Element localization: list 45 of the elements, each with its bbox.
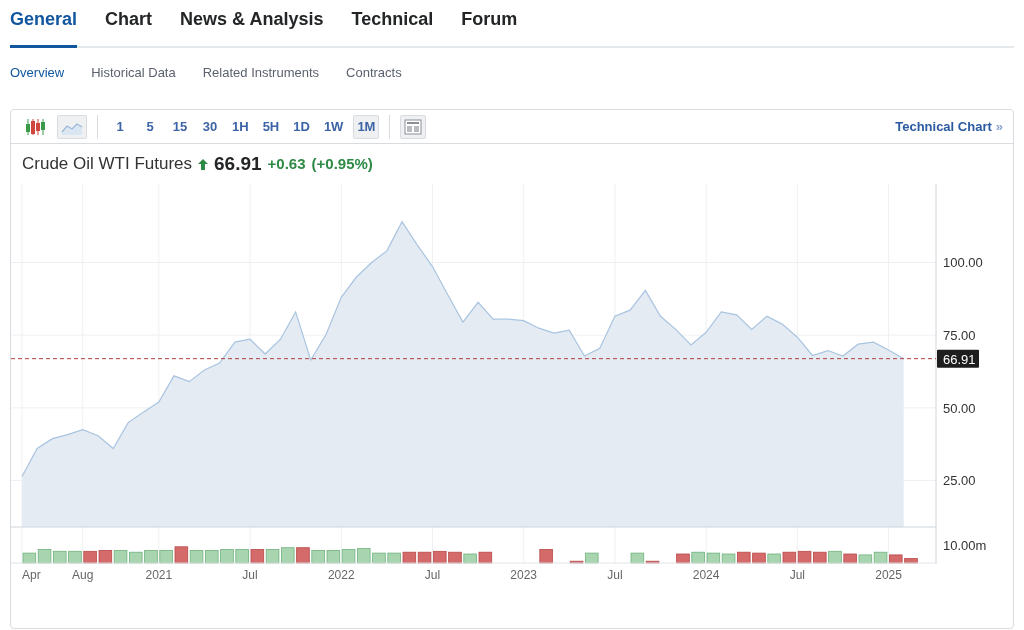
x-axis-label: 2021 bbox=[145, 568, 173, 582]
tab[interactable]: General bbox=[10, 6, 78, 48]
x-axis-label: 2022 bbox=[327, 568, 355, 582]
subtab[interactable]: Overview bbox=[10, 63, 65, 83]
interval-button[interactable]: 1 bbox=[108, 114, 132, 139]
x-axis-label: Jul bbox=[789, 568, 805, 582]
tab[interactable]: News & Analysis bbox=[180, 6, 324, 48]
y-axis-label: 50.00 bbox=[943, 400, 976, 416]
interval-button[interactable]: 5H bbox=[258, 114, 284, 139]
x-axis-label: 2024 bbox=[692, 568, 720, 582]
percent-change: (+0.95%) bbox=[311, 153, 373, 174]
interval-button[interactable]: 5 bbox=[138, 114, 162, 139]
interval-button[interactable]: 1D bbox=[289, 114, 314, 139]
tab[interactable]: Forum bbox=[461, 6, 518, 48]
price-change: +0.63 bbox=[267, 153, 306, 174]
last-price: 66.91 bbox=[214, 151, 262, 176]
subtab[interactable]: Related Instruments bbox=[202, 63, 320, 83]
instrument-name: Crude Oil WTI Futures bbox=[22, 153, 193, 176]
tab[interactable]: Technical bbox=[351, 6, 434, 48]
y-axis-label: 100.00 bbox=[943, 255, 983, 271]
interval-button[interactable]: 1W bbox=[319, 114, 348, 139]
layout-icon bbox=[404, 118, 423, 135]
interval-button[interactable]: 1H bbox=[228, 114, 253, 139]
interval-button[interactable]: 30 bbox=[198, 114, 222, 139]
x-axis-label: Jul bbox=[424, 568, 441, 582]
x-axis-label: Jul bbox=[607, 568, 623, 582]
volume-axis-label: 10.00m bbox=[943, 538, 987, 553]
tab[interactable]: Chart bbox=[105, 6, 153, 48]
layout-button[interactable] bbox=[400, 114, 427, 139]
interval-button[interactable]: 1M bbox=[353, 114, 380, 139]
x-axis-label: Aug bbox=[72, 568, 94, 582]
interval-button[interactable]: 15 bbox=[168, 114, 192, 139]
candlestick-icon bbox=[25, 117, 47, 136]
chart-type-button[interactable] bbox=[57, 114, 87, 139]
x-axis-label: 2023 bbox=[510, 568, 538, 582]
y-axis-label: 25.00 bbox=[943, 473, 976, 489]
x-axis-label: 2025 bbox=[875, 568, 902, 582]
subtab[interactable]: Contracts bbox=[346, 63, 402, 83]
x-axis-label: Apr bbox=[22, 568, 41, 582]
ref-line-label: 66.91 bbox=[943, 351, 976, 367]
x-axis-label: Jul bbox=[242, 568, 258, 582]
subtab[interactable]: Historical Data bbox=[91, 63, 176, 83]
technical-chart-link[interactable]: Technical Chart » bbox=[895, 116, 1003, 137]
price-marker: 66.91 bbox=[937, 349, 979, 368]
y-axis-label: 75.00 bbox=[943, 328, 976, 344]
